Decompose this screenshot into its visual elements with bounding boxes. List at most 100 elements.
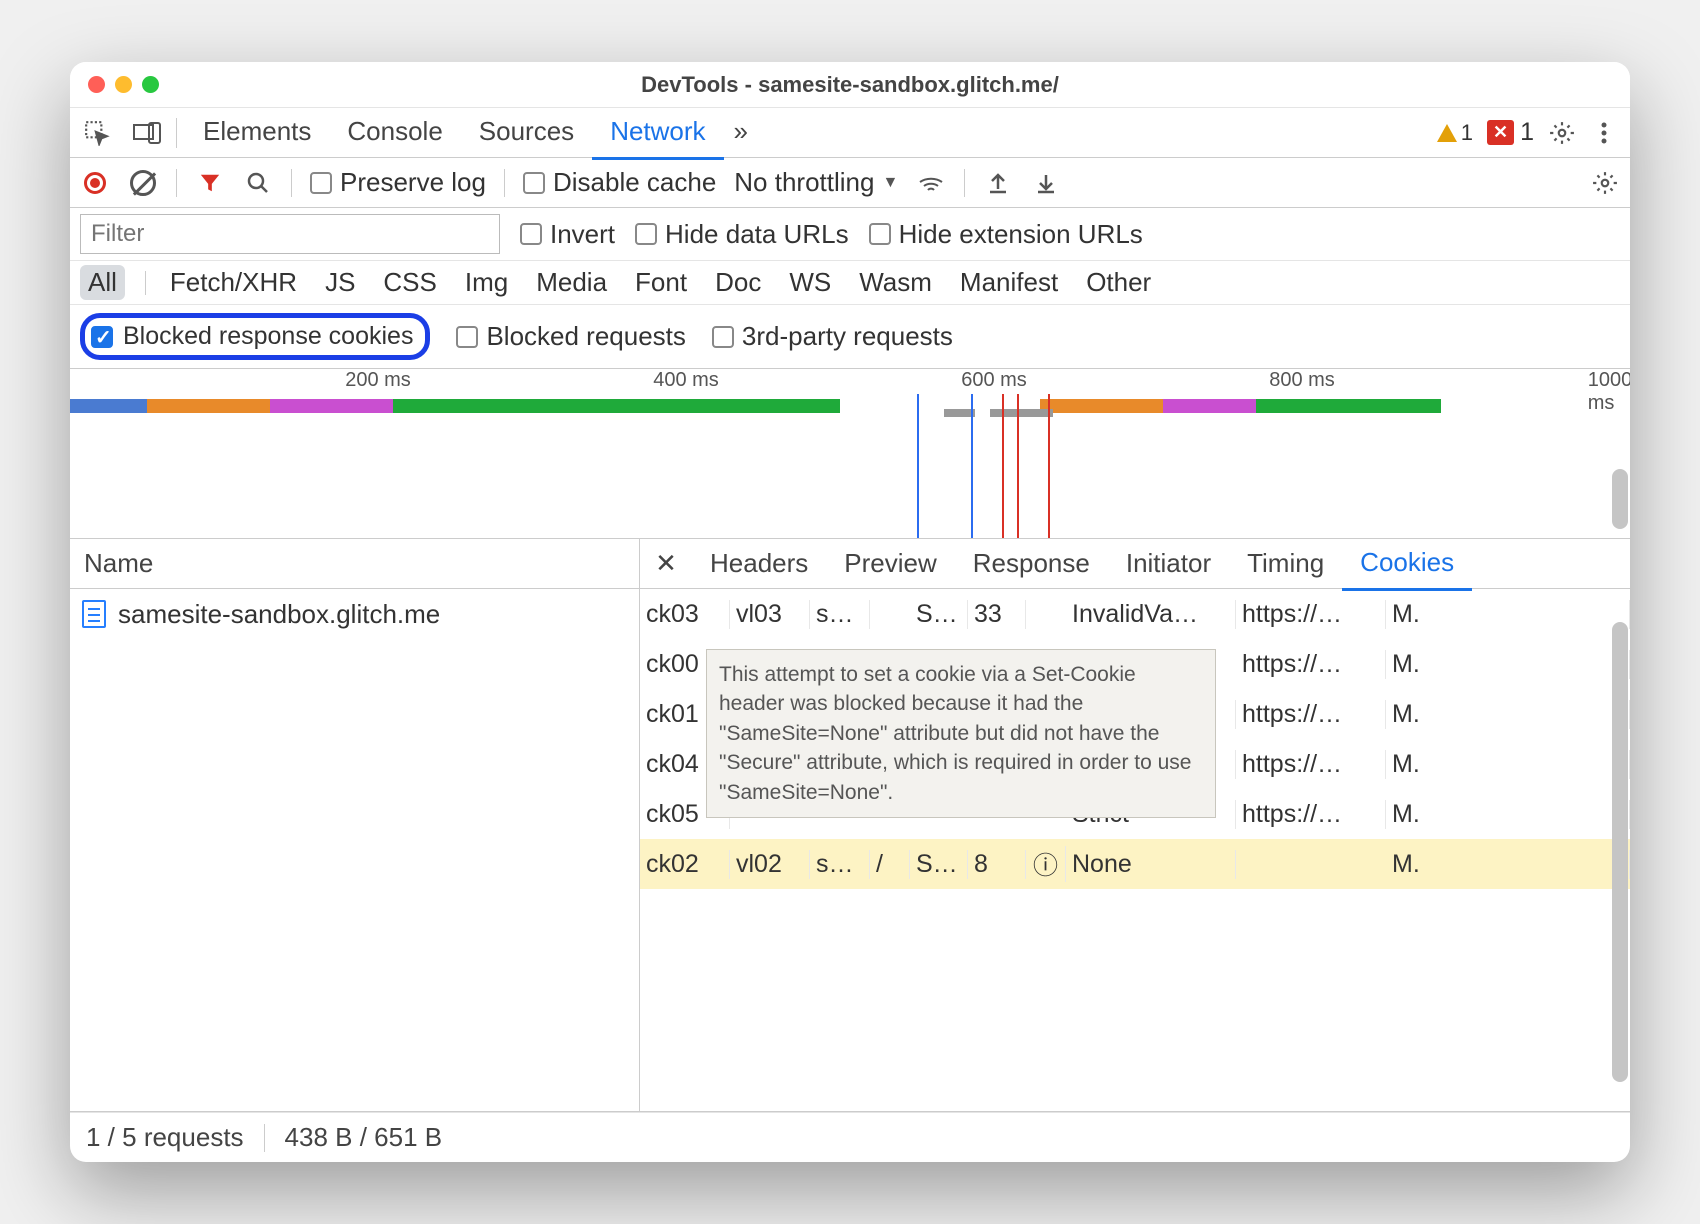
- overview-timeline[interactable]: 200 ms 400 ms 600 ms 800 ms 1000 ms: [70, 369, 1630, 539]
- cookie-url: https://…: [1236, 800, 1386, 829]
- third-party-requests-checkbox[interactable]: 3rd-party requests: [712, 321, 953, 352]
- overview-tick: 800 ms: [1269, 369, 1335, 392]
- filter-row: Invert Hide data URLs Hide extension URL…: [70, 208, 1630, 261]
- type-other[interactable]: Other: [1082, 265, 1155, 300]
- tab-console[interactable]: Console: [329, 106, 460, 160]
- detail-tab-timing[interactable]: Timing: [1229, 538, 1342, 589]
- cookie-size: 8: [968, 850, 1026, 879]
- main-scrollbar[interactable]: [1612, 622, 1628, 1082]
- detail-tab-headers[interactable]: Headers: [692, 538, 826, 589]
- record-button[interactable]: [80, 168, 110, 198]
- network-settings-gear-icon[interactable]: [1590, 168, 1620, 198]
- status-bar: 1 / 5 requests 438 B / 651 B: [70, 1112, 1630, 1162]
- type-fetch-xhr[interactable]: Fetch/XHR: [166, 265, 301, 300]
- cookies-table: This attempt to set a cookie via a Set-C…: [640, 589, 1630, 1111]
- type-ws[interactable]: WS: [785, 265, 835, 300]
- upload-har-icon[interactable]: [983, 168, 1013, 198]
- detail-tab-response[interactable]: Response: [955, 538, 1108, 589]
- overview-tick: 600 ms: [961, 369, 1027, 392]
- cookie-blocked-tooltip: This attempt to set a cookie via a Set-C…: [706, 649, 1216, 818]
- cookie-more: M.: [1386, 700, 1630, 729]
- request-list-header[interactable]: Name: [70, 539, 639, 589]
- settings-gear-icon[interactable]: [1548, 119, 1576, 147]
- cookie-size: 33: [968, 600, 1026, 629]
- panel-tabs-bar: Elements Console Sources Network » 1 ✕ 1: [70, 108, 1630, 158]
- clear-button[interactable]: [128, 168, 158, 198]
- search-icon[interactable]: [243, 168, 273, 198]
- cookie-path: /: [870, 850, 910, 879]
- zoom-window-button[interactable]: [142, 76, 159, 93]
- errors-badge[interactable]: ✕ 1: [1487, 118, 1534, 147]
- cookie-more: M.: [1386, 750, 1630, 779]
- type-media[interactable]: Media: [532, 265, 611, 300]
- hide-data-urls-label: Hide data URLs: [665, 219, 849, 250]
- cookie-more: M.: [1386, 600, 1630, 629]
- status-requests: 1 / 5 requests: [86, 1122, 244, 1153]
- cookie-value: vl03: [730, 600, 810, 629]
- cookie-more: M.: [1386, 850, 1630, 879]
- preserve-log-checkbox[interactable]: Preserve log: [310, 167, 486, 198]
- hide-extension-urls-checkbox[interactable]: Hide extension URLs: [869, 219, 1143, 250]
- cookie-more: M.: [1386, 650, 1630, 679]
- error-x-icon: ✕: [1487, 120, 1514, 145]
- document-icon: [82, 600, 106, 628]
- throttling-select[interactable]: No throttling ▼: [734, 167, 898, 198]
- blocked-requests-checkbox[interactable]: Blocked requests: [456, 321, 685, 352]
- tab-elements[interactable]: Elements: [185, 106, 329, 160]
- type-wasm[interactable]: Wasm: [855, 265, 936, 300]
- cookie-secure: S…: [910, 850, 968, 879]
- network-conditions-icon[interactable]: [916, 168, 946, 198]
- detail-tab-preview[interactable]: Preview: [826, 538, 954, 589]
- cookie-more: M.: [1386, 800, 1630, 829]
- type-css[interactable]: CSS: [379, 265, 440, 300]
- disable-cache-label: Disable cache: [553, 167, 716, 198]
- blocked-response-cookies-checkbox[interactable]: Blocked response cookies: [80, 313, 430, 360]
- invert-checkbox[interactable]: Invert: [520, 219, 615, 250]
- titlebar: DevTools - samesite-sandbox.glitch.me/: [70, 62, 1630, 108]
- type-font[interactable]: Font: [631, 265, 691, 300]
- download-har-icon[interactable]: [1031, 168, 1061, 198]
- panel-tabs: Elements Console Sources Network »: [185, 106, 758, 160]
- request-list: Name samesite-sandbox.glitch.me: [70, 539, 640, 1111]
- window-title: DevTools - samesite-sandbox.glitch.me/: [70, 72, 1630, 98]
- blocked-response-cookies-label: Blocked response cookies: [123, 322, 413, 351]
- tab-network[interactable]: Network: [592, 106, 723, 160]
- cookie-row[interactable]: ck03vl03s…S…33InvalidVa…https://…M.: [640, 589, 1630, 639]
- warnings-badge[interactable]: 1: [1437, 120, 1473, 146]
- type-all[interactable]: All: [80, 265, 125, 300]
- tab-sources[interactable]: Sources: [461, 106, 592, 160]
- cookie-name: ck03: [640, 600, 730, 629]
- traffic-lights: [88, 76, 159, 93]
- disable-cache-checkbox[interactable]: Disable cache: [523, 167, 716, 198]
- device-toolbar-icon[interactable]: [132, 118, 162, 148]
- cookie-url: https://…: [1236, 700, 1386, 729]
- detail-tab-cookies[interactable]: Cookies: [1342, 537, 1472, 591]
- type-manifest[interactable]: Manifest: [956, 265, 1062, 300]
- devtools-window: DevTools - samesite-sandbox.glitch.me/ E…: [70, 62, 1630, 1162]
- network-main: Name samesite-sandbox.glitch.me ✕ Header…: [70, 539, 1630, 1112]
- tabs-overflow[interactable]: »: [724, 106, 758, 160]
- filter-toggle-icon[interactable]: [195, 168, 225, 198]
- cookie-samesite: InvalidVa…: [1066, 600, 1236, 629]
- request-detail: ✕ Headers Preview Response Initiator Tim…: [640, 539, 1630, 1111]
- type-doc[interactable]: Doc: [711, 265, 765, 300]
- cookie-value: vl02: [730, 850, 810, 879]
- preserve-log-label: Preserve log: [340, 167, 486, 198]
- type-js[interactable]: JS: [321, 265, 359, 300]
- warnings-count: 1: [1461, 120, 1473, 146]
- close-window-button[interactable]: [88, 76, 105, 93]
- resource-type-filters: All Fetch/XHR JS CSS Img Media Font Doc …: [70, 261, 1630, 305]
- request-row[interactable]: samesite-sandbox.glitch.me: [70, 589, 639, 639]
- detail-tab-initiator[interactable]: Initiator: [1108, 538, 1229, 589]
- hide-data-urls-checkbox[interactable]: Hide data URLs: [635, 219, 849, 250]
- blocked-requests-label: Blocked requests: [486, 321, 685, 352]
- more-menu-icon[interactable]: [1590, 119, 1618, 147]
- cookie-row[interactable]: ck02vl02s…/S…8ⓘNoneM.: [640, 839, 1630, 889]
- network-toolbar: Preserve log Disable cache No throttling…: [70, 158, 1630, 208]
- minimize-window-button[interactable]: [115, 76, 132, 93]
- overview-scrollbar[interactable]: [1612, 469, 1628, 529]
- close-detail-button[interactable]: ✕: [640, 548, 692, 579]
- type-img[interactable]: Img: [461, 265, 512, 300]
- filter-input[interactable]: [80, 214, 500, 254]
- inspect-element-icon[interactable]: [82, 118, 112, 148]
